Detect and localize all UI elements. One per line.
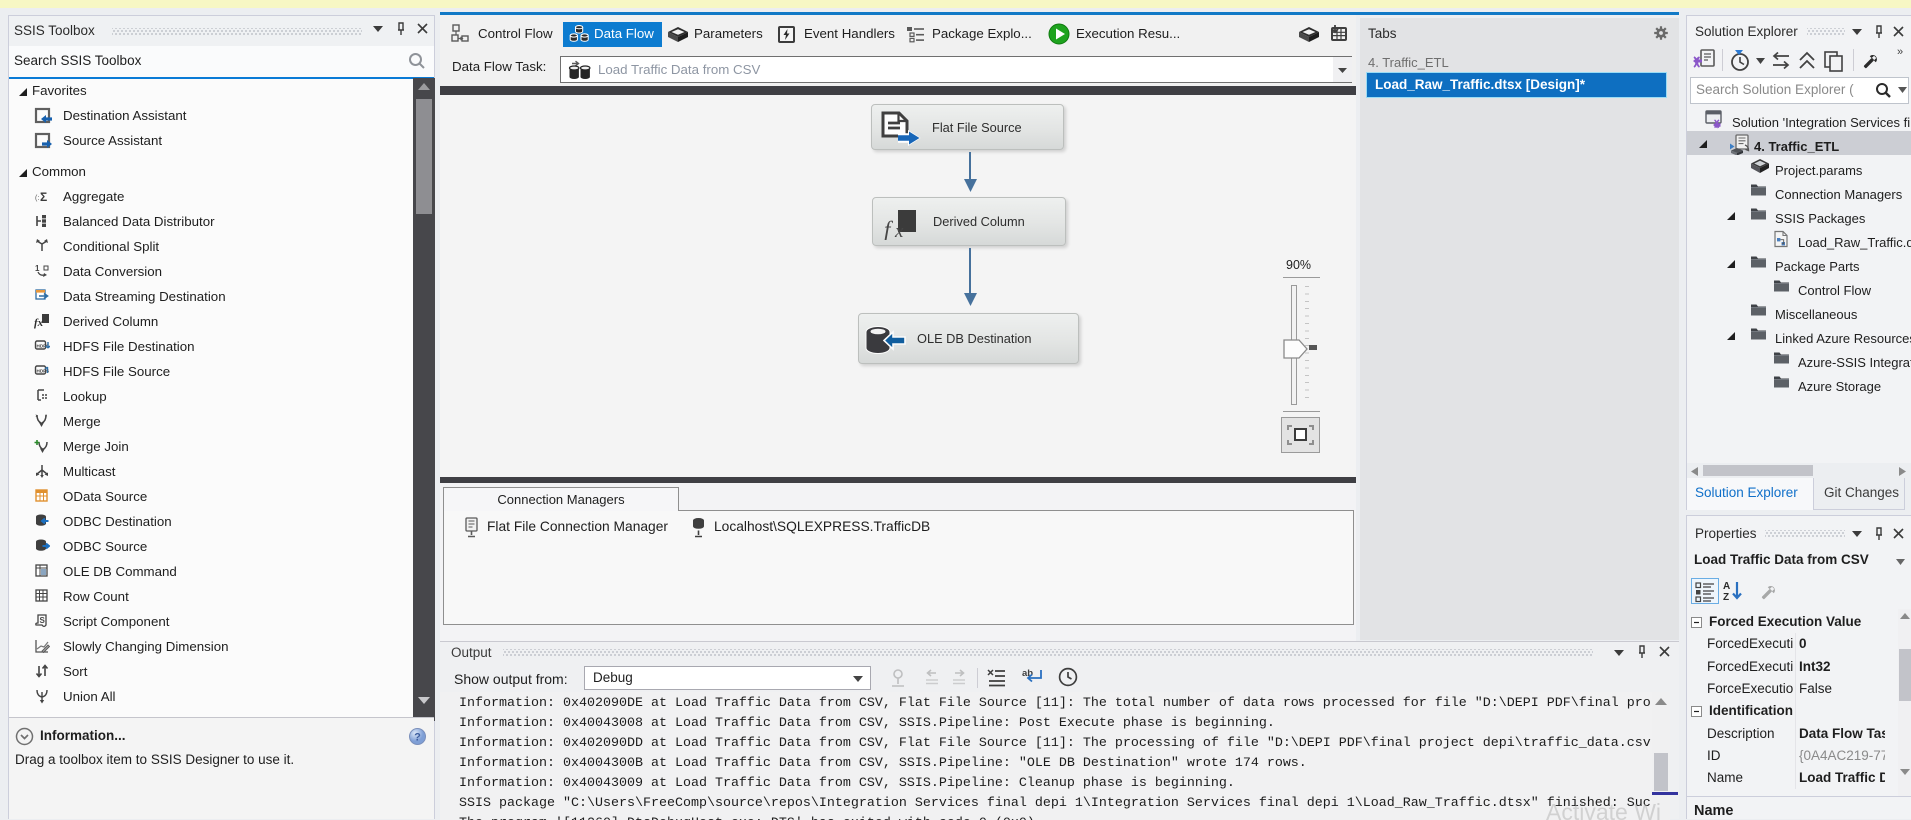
svg-text:Σ: Σ: [40, 190, 47, 204]
svg-text:S: S: [40, 616, 46, 625]
svg-text:2: 2: [45, 413, 48, 418]
svg-text:f: f: [884, 217, 894, 240]
svg-text:x: x: [894, 221, 904, 240]
svg-text:1: 1: [35, 264, 40, 273]
svg-text:(:: (:: [35, 195, 39, 202]
svg-text:A: A: [1723, 581, 1730, 592]
svg-text:?: ?: [414, 732, 421, 744]
svg-text:fx: fx: [34, 317, 44, 329]
svg-text:Z: Z: [1723, 592, 1729, 603]
